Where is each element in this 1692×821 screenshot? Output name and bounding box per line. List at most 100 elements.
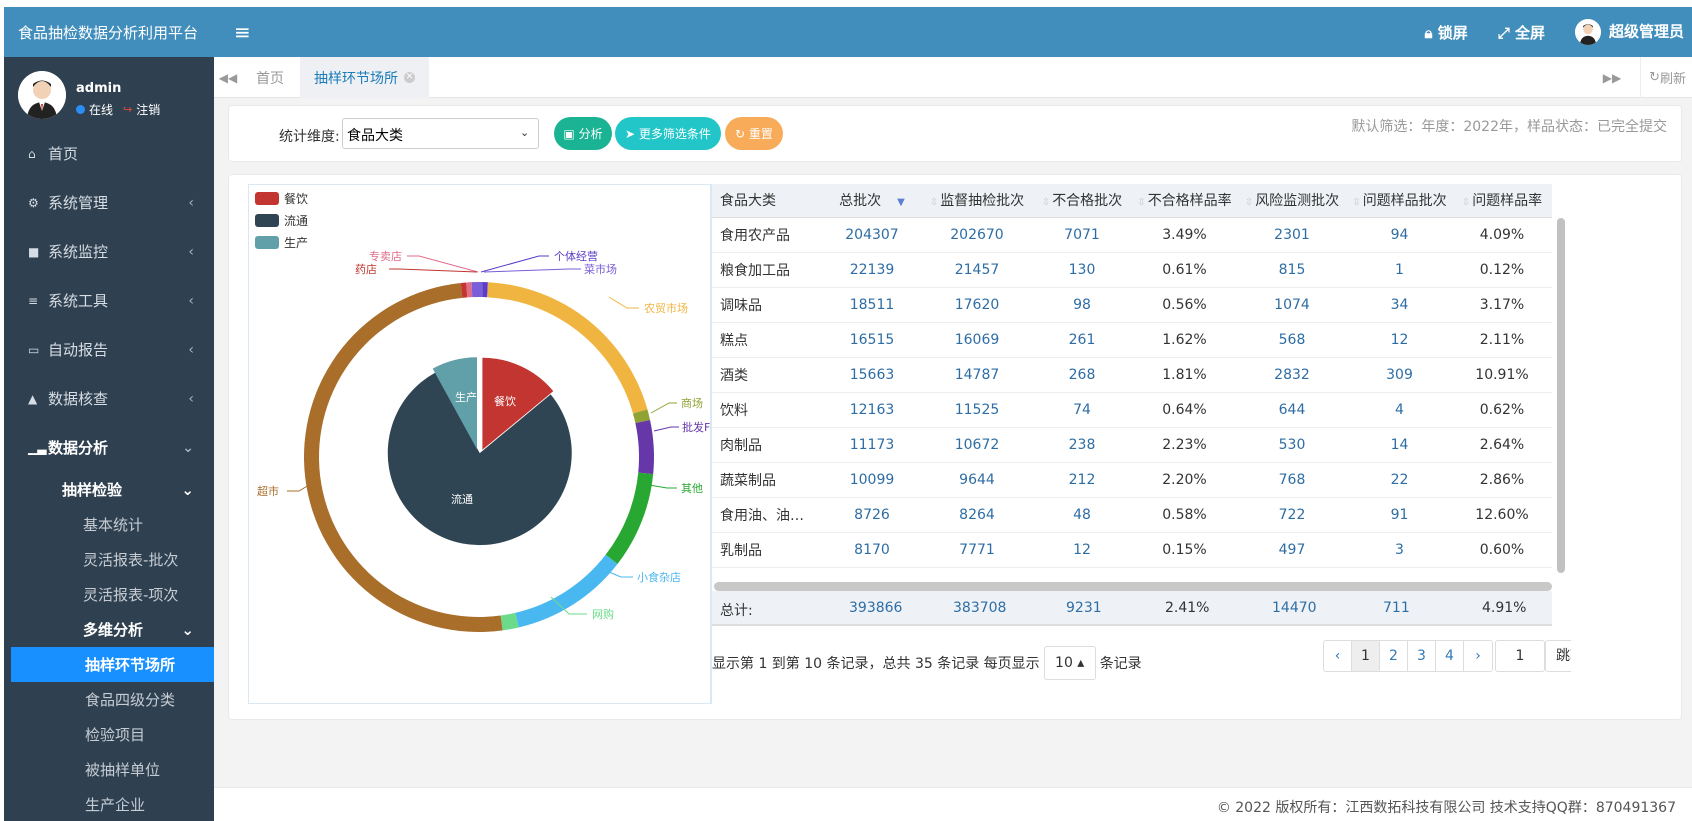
avatar[interactable] [18,71,66,119]
table-header-cell[interactable]: ⇳ 风险监测批次 [1237,184,1347,218]
page-button[interactable]: ‹ [1324,641,1352,671]
logout-icon[interactable]: ↪ [123,103,132,116]
table-cell: 0.60% [1452,532,1552,568]
table-header-cell[interactable]: ⇳ 问题样品批次 [1347,184,1452,218]
sidebar-sub-producer[interactable]: 生产企业 [4,787,214,821]
page-button[interactable]: 3 [1408,641,1436,671]
sidebar-item-data-analysis[interactable]: ▁▃ 数据分析 ⌄ [4,423,214,472]
sidebar-sub-test-item[interactable]: 检验项目 [4,717,214,752]
table-cell: 2832 [1237,357,1347,393]
horizontal-scrollbar[interactable] [714,582,1552,591]
warning-icon: ▲ [28,391,38,406]
sort-icon[interactable]: ⇳ [1462,197,1470,208]
page-button[interactable]: 2 [1380,641,1408,671]
dimension-select[interactable]: 食品大类 [342,118,539,149]
table-cell: 3 [1347,532,1452,568]
sidebar-item-auto-report[interactable]: ▭ 自动报告 ‹ [4,325,214,374]
table-cell: 2.86% [1452,462,1552,498]
tab-home[interactable]: 首页 [242,57,298,98]
leader-line [608,296,639,309]
sidebar-item-system-tools[interactable]: ≡ 系统工具 ‹ [4,276,214,325]
table-header-cell[interactable]: ⇳ 不合格批次 [1032,184,1132,218]
pager-info-text: 显示第 1 到第 10 条记录，总共 35 条记录 每页显示 [712,656,1040,672]
sidebar-sub-label: 灵活报表-项次 [83,586,179,604]
table-row: 食用农产品 204307 202670 7071 3.49% 2301 94 4.09% [712,217,1552,253]
sort-icon[interactable]: ⇳ [1137,197,1145,208]
tab-sampling-place[interactable]: 抽样环节场所 ✕ [300,57,429,98]
table-header-cell[interactable]: 食品大类 [712,184,822,218]
pointer-icon: ➤ [625,126,639,141]
table-cell: 7771 [922,532,1032,568]
sidebar-item-data-check[interactable]: ▲ 数据核查 ‹ [4,374,214,423]
footer-text: © 2022 版权所有：江西数拓科技有限公司 技术支持QQ群：870491367 [1216,800,1676,816]
analyze-button[interactable]: ▣ 分析 [554,117,612,150]
close-icon[interactable]: ✕ [404,72,415,83]
sidebar-sub-flex-item[interactable]: 灵活报表-项次 [4,577,214,612]
page-button[interactable]: 1 [1352,641,1380,671]
sidebar-item-system-monitor[interactable]: ■ 系统监控 ‹ [4,227,214,276]
table-cell: 2.11% [1452,322,1552,358]
table-header-cell[interactable]: ⇳ 不合格样品率 [1132,184,1237,218]
sort-desc-icon[interactable]: ▼ [897,197,905,208]
table-row: 肉制品 11173 10672 238 2.23% 530 14 2.64% [712,427,1552,463]
reset-button[interactable]: ↻ 重置 [725,117,783,150]
leader-line [287,484,310,492]
chevron-left-icon: ‹ [188,243,194,260]
legend-swatch [255,236,279,249]
sort-icon[interactable]: ⇳ [1352,197,1360,208]
sidebar-sub-sampled-unit[interactable]: 被抽样单位 [4,752,214,787]
total-cell: 2.41% [1165,600,1210,616]
sidebar-sub-sampling-place[interactable]: 抽样环节场所 [11,647,214,682]
table-header-cell[interactable]: 总批次 ▼ [822,184,922,218]
sidebar-sub-flex-batch[interactable]: 灵活报表-批次 [4,542,214,577]
table-header-label: 问题样品批次 [1362,193,1447,210]
ring-segment [635,419,654,475]
table-cell: 48 [1032,497,1132,533]
page-number-input[interactable]: 1 [1495,640,1545,672]
table-header-cell[interactable]: ⇳ 监督抽检批次 [922,184,1032,218]
table-cell: 722 [1237,497,1347,533]
table-cell: 204307 [822,217,922,253]
total-cell: 9231 [1066,600,1102,616]
table-cell: 0.58% [1132,497,1237,533]
sidebar-sub-label: 多维分析 [83,621,144,639]
analyze-label: 分析 [578,127,603,141]
sidebar-sub-basic-stats[interactable]: 基本统计 [4,507,214,542]
ring-label: 个体经营 [554,249,598,263]
sort-icon[interactable]: ⇳ [1245,197,1253,208]
table-header-cell[interactable]: ⇳ 问题样品率 [1452,184,1552,218]
app-title: 食品抽检数据分析利用平台 [4,7,214,57]
table-cell: 22 [1347,462,1452,498]
lock-screen-button[interactable]: 🔒︎ 锁屏 [1424,22,1467,43]
bar-chart-icon: ▁▃ [28,440,47,455]
sidebar-item-system-management[interactable]: ⚙ 系统管理 ‹ [4,178,214,227]
bars-icon: ≡ [28,293,39,308]
user-menu[interactable]: 超级管理员 [1574,19,1684,45]
sidebar-sub-multi-analysis[interactable]: 多维分析 ⌄ [4,612,214,647]
more-filters-label: 更多筛选条件 [638,127,711,141]
tab-scroll-right-icon[interactable]: ▶▶ [1598,57,1626,98]
sidebar-sub-label: 抽样环节场所 [85,656,176,674]
refresh-button[interactable]: ↻ 刷新 [1640,57,1692,98]
tab-scroll-left-icon[interactable]: ◀◀ [214,57,242,98]
page-button[interactable]: 4 [1436,641,1464,671]
sidebar-sub-sampling[interactable]: 抽样检验 ⌄ [4,472,214,507]
table-cell: 497 [1237,532,1347,568]
user-name: admin [76,81,122,96]
menu-toggle-icon[interactable]: ≡ [234,20,251,44]
table-cell: 34 [1347,287,1452,323]
page-size-select[interactable]: 10 ▴ [1043,646,1096,680]
table-cell: 4 [1347,392,1452,428]
sidebar-item-home[interactable]: ⌂ 首页 [4,129,214,178]
logout-link[interactable]: 注销 [136,101,160,118]
page-button[interactable]: › [1464,641,1492,671]
table-header-row: 食品大类 总批次 ▼ ⇳ 监督抽检批次 ⇳ 不合格批次 ⇳ 不合格样品率 ⇳ 风险监测批次 ⇳ 问题样品… [712,184,1552,218]
sidebar-sub-food-level4[interactable]: 食品四级分类 [4,682,214,717]
fullscreen-button[interactable]: ⤢ 全屏 [1498,22,1545,43]
dimension-label: 统计维度: [279,129,340,145]
jump-button[interactable]: 跳转 [1545,640,1571,672]
vertical-scrollbar[interactable] [1557,218,1565,573]
more-filters-button[interactable]: ➤ 更多筛选条件 [615,117,721,150]
sort-icon[interactable]: ⇳ [930,197,938,208]
sort-icon[interactable]: ⇳ [1042,197,1050,208]
